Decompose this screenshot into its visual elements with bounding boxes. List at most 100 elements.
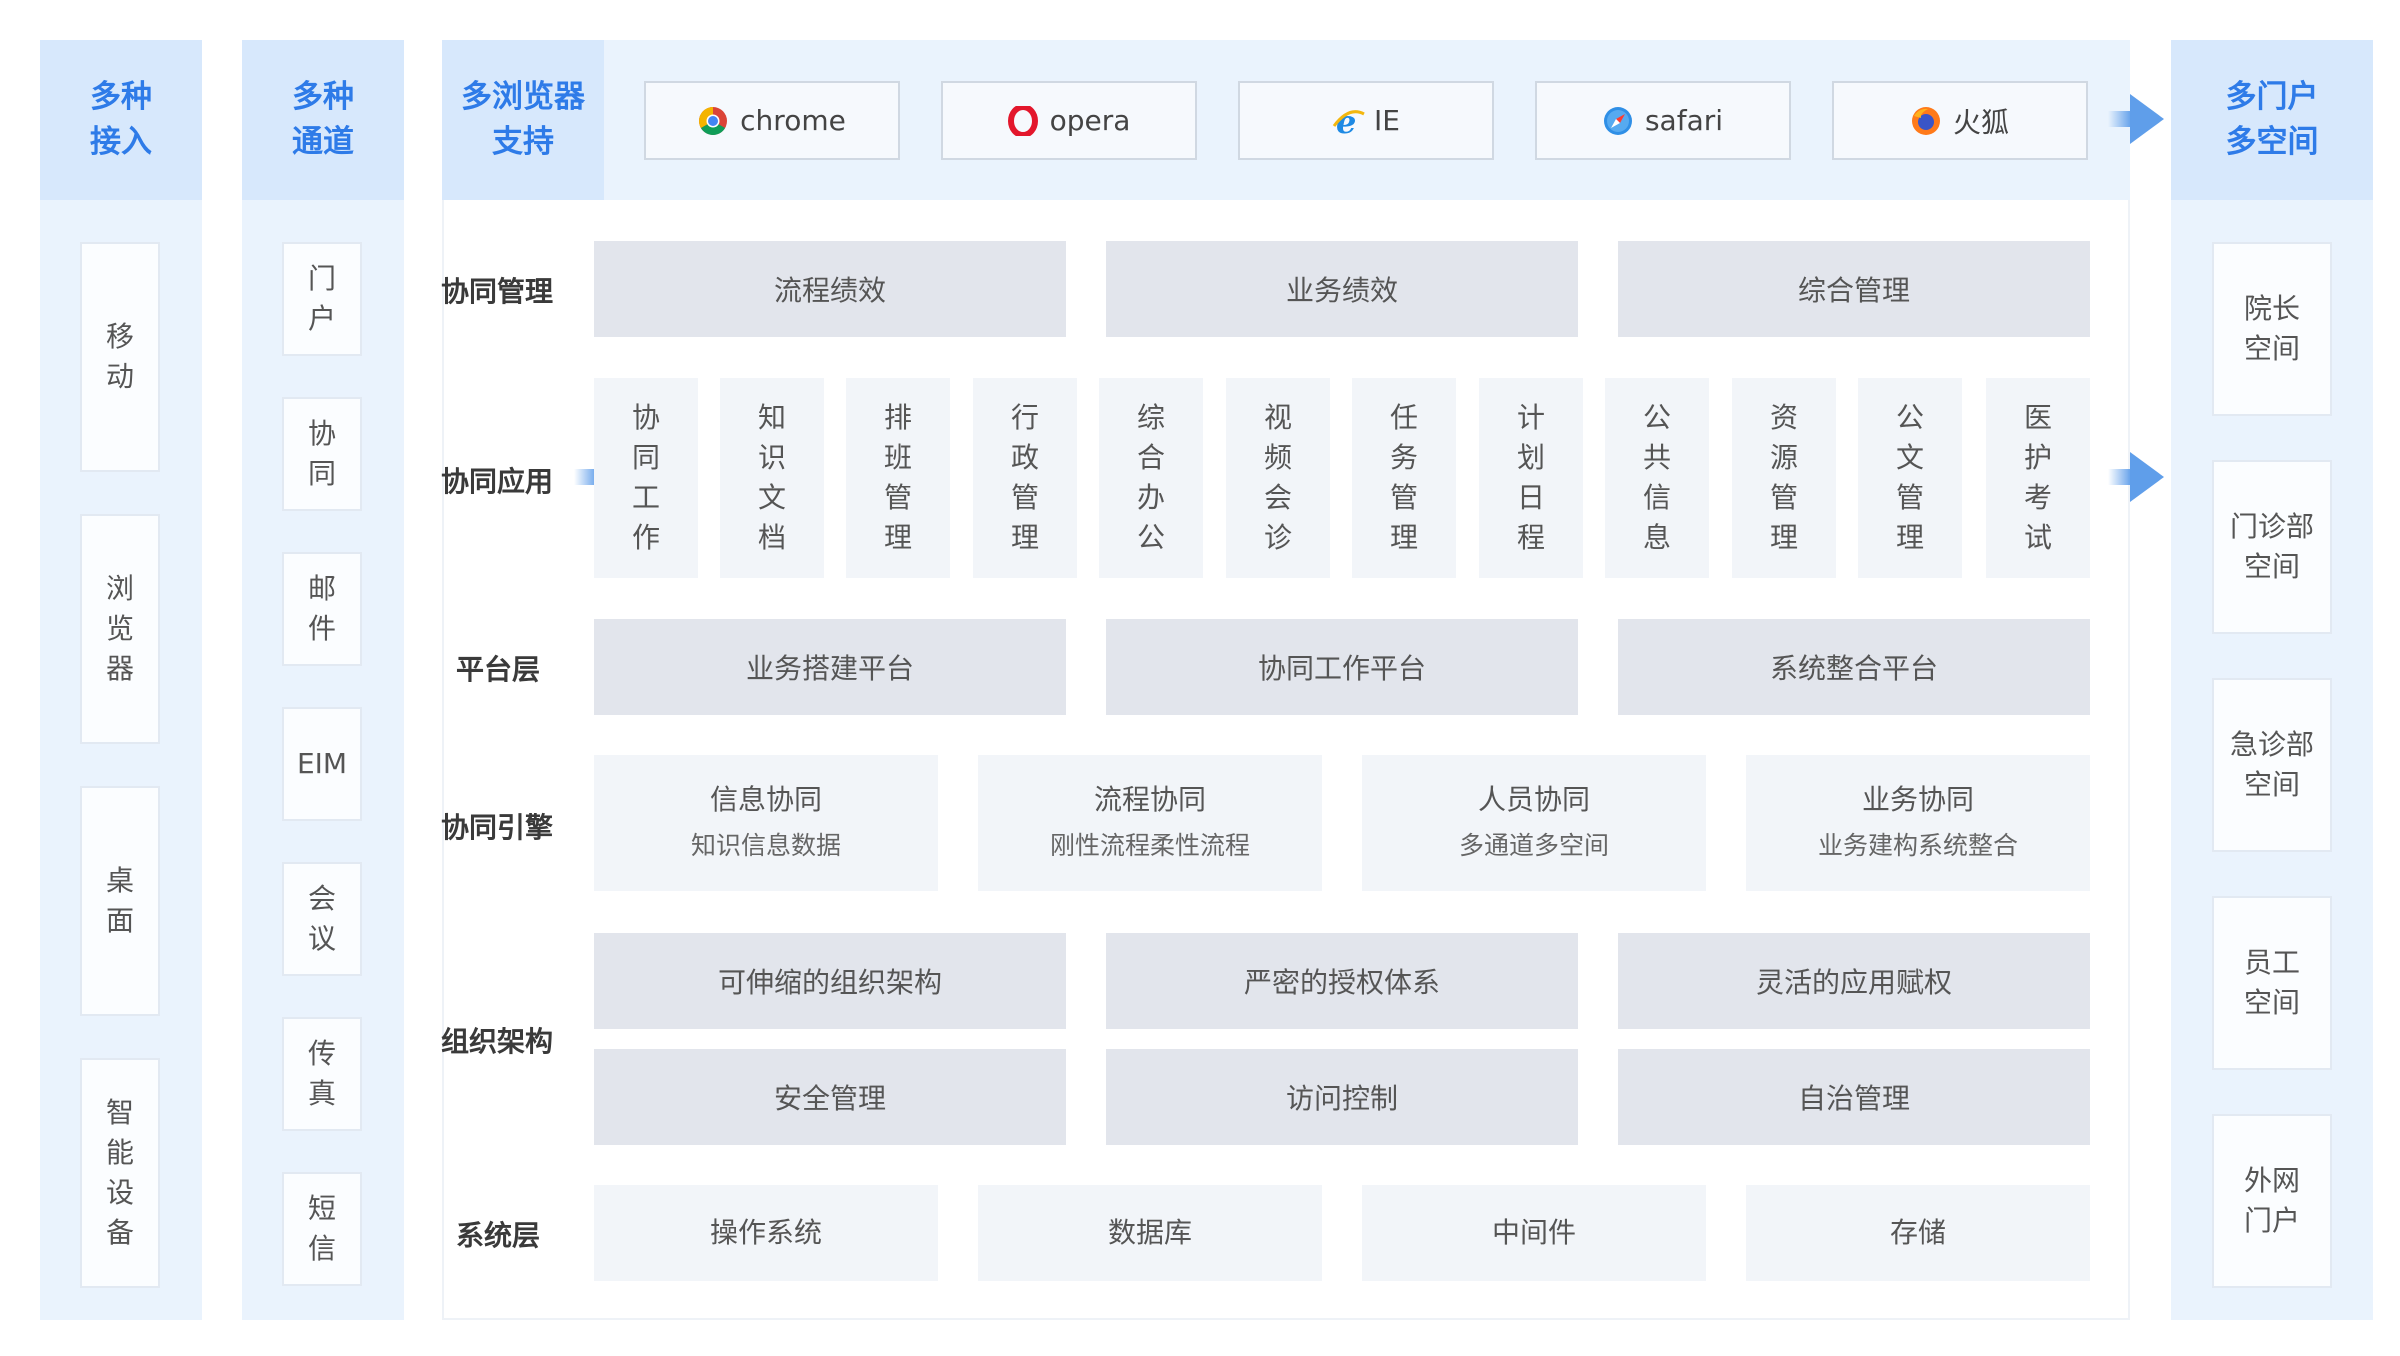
row-label-system: 系统层 (456, 1219, 541, 1252)
engine-subtitle: 业务建构系统整合 (1817, 831, 2018, 860)
app-label: 公文管理 (1895, 401, 1924, 554)
app-box-1: 协同工作 (594, 378, 698, 578)
system-box-4: 存储 (1746, 1185, 2090, 1281)
org-box-1: 可伸缩的组织架构 (594, 933, 1066, 1029)
ie-icon: e (1332, 103, 1365, 141)
channel-item-label: 邮件 (307, 572, 336, 645)
portal-item-outpatient: 门诊部 空间 (2212, 460, 2332, 634)
portal-item-label: 院长 空间 (2243, 292, 2300, 365)
app-box-7: 任务管理 (1352, 378, 1456, 578)
channel-item-label: 门户 (307, 262, 336, 335)
engine-box-3: 人员协同多通道多空间 (1362, 755, 1706, 891)
access-item-mobile: 移动 (80, 242, 160, 472)
browser-label: 火狐 (1952, 105, 2009, 139)
row-label-mgmt: 协同管理 (441, 275, 554, 308)
row-label-platform: 平台层 (456, 653, 541, 686)
engine-title: 人员协同 (1477, 783, 1590, 816)
app-box-12: 医护考试 (1986, 378, 2090, 578)
app-label: 综合办公 (1136, 401, 1165, 554)
channel-item-collab: 协同 (282, 397, 362, 511)
engine-title: 信息协同 (709, 783, 822, 816)
system-box-3: 中间件 (1362, 1185, 1706, 1281)
channel-item-label: EIM (296, 747, 348, 780)
app-box-2: 知识文档 (720, 378, 824, 578)
channel-item-mail: 邮件 (282, 552, 362, 666)
engine-subtitle: 知识信息数据 (690, 831, 841, 860)
engine-subtitle: 多通道多空间 (1458, 831, 1609, 860)
system-box-1: 操作系统 (594, 1185, 938, 1281)
app-box-6: 视频会诊 (1226, 378, 1330, 578)
app-label: 公共信息 (1642, 401, 1671, 554)
browser-label: chrome (740, 104, 846, 137)
portal-item-label: 急诊部 空间 (2229, 728, 2314, 801)
org-box-4: 安全管理 (594, 1049, 1066, 1145)
app-label: 视频会诊 (1263, 401, 1292, 554)
chrome-icon (698, 106, 728, 136)
org-box-3: 灵活的应用赋权 (1618, 933, 2090, 1029)
access-item-browser: 浏览器 (80, 514, 160, 744)
safari-icon (1603, 106, 1633, 136)
channel-item-fax: 传真 (282, 1017, 362, 1131)
app-box-11: 公文管理 (1858, 378, 1962, 578)
engine-title: 业务协同 (1861, 783, 1974, 816)
engine-box-1: 信息协同知识信息数据 (594, 755, 938, 891)
channel-item-portal: 门户 (282, 242, 362, 356)
browser-firefox: 火狐 (1832, 81, 2088, 160)
row-label-apps: 协同应用 (441, 465, 554, 498)
channel-item-label: 协同 (307, 417, 336, 490)
app-label: 任务管理 (1389, 401, 1418, 554)
app-box-9: 公共信息 (1605, 378, 1709, 578)
app-box-5: 综合办公 (1099, 378, 1203, 578)
platform-box-3: 系统整合平台 (1618, 619, 2090, 715)
access-item-smart-device: 智能设备 (80, 1058, 160, 1288)
mgmt-box-3: 综合管理 (1618, 241, 2090, 337)
app-label: 资源管理 (1769, 401, 1798, 554)
platform-box-2: 协同工作平台 (1106, 619, 1578, 715)
access-column-title: 多种 接入 (40, 40, 202, 200)
portal-item-dean: 院长 空间 (2212, 242, 2332, 416)
access-item-label: 桌面 (105, 864, 134, 937)
browser-safari: safari (1535, 81, 1791, 160)
access-item-label: 移动 (105, 320, 134, 393)
firefox-icon (1911, 106, 1941, 136)
engine-box-4: 业务协同业务建构系统整合 (1746, 755, 2090, 891)
app-label: 协同工作 (631, 401, 660, 554)
arrow-right-icon (2108, 452, 2164, 502)
engine-subtitle: 刚性流程柔性流程 (1049, 831, 1250, 860)
access-item-desktop: 桌面 (80, 786, 160, 1016)
portal-item-label: 员工 空间 (2243, 946, 2300, 1019)
browser-label: IE (1374, 104, 1400, 137)
opera-icon (1007, 103, 1038, 138)
app-box-8: 计划日程 (1479, 378, 1583, 578)
app-box-10: 资源管理 (1732, 378, 1836, 578)
app-label: 计划日程 (1516, 401, 1545, 554)
org-box-6: 自治管理 (1618, 1049, 2090, 1145)
app-label: 医护考试 (2023, 401, 2052, 554)
browser-label: safari (1644, 104, 1724, 137)
browser-chrome: chrome (644, 81, 900, 160)
app-box-4: 行政管理 (973, 378, 1077, 578)
portal-item-emergency: 急诊部 空间 (2212, 678, 2332, 852)
access-item-label: 智能设备 (105, 1096, 134, 1249)
mgmt-box-1: 流程绩效 (594, 241, 1066, 337)
org-box-5: 访问控制 (1106, 1049, 1578, 1145)
channel-item-label: 会议 (307, 882, 336, 955)
arrow-right-icon (2108, 94, 2164, 144)
channel-item-sms: 短信 (282, 1172, 362, 1286)
system-box-2: 数据库 (978, 1185, 1322, 1281)
app-label: 行政管理 (1010, 401, 1039, 554)
channel-item-eim: EIM (282, 707, 362, 821)
portal-item-label: 外网 门户 (2243, 1164, 2300, 1237)
platform-box-1: 业务搭建平台 (594, 619, 1066, 715)
mgmt-box-2: 业务绩效 (1106, 241, 1578, 337)
browser-ie: e IE (1238, 81, 1494, 160)
portal-item-staff: 员工 空间 (2212, 896, 2332, 1070)
app-label: 知识文档 (757, 401, 786, 554)
browser-opera: opera (941, 81, 1197, 160)
portal-column-title: 多门户 多空间 (2171, 40, 2373, 200)
org-box-2: 严密的授权体系 (1106, 933, 1578, 1029)
engine-box-2: 流程协同 刚性流程柔性流程 (978, 755, 1322, 891)
channel-item-label: 短信 (307, 1192, 336, 1265)
row-label-org: 组织架构 (441, 1025, 554, 1058)
browser-support-title: 多浏览器 支持 (442, 40, 604, 200)
